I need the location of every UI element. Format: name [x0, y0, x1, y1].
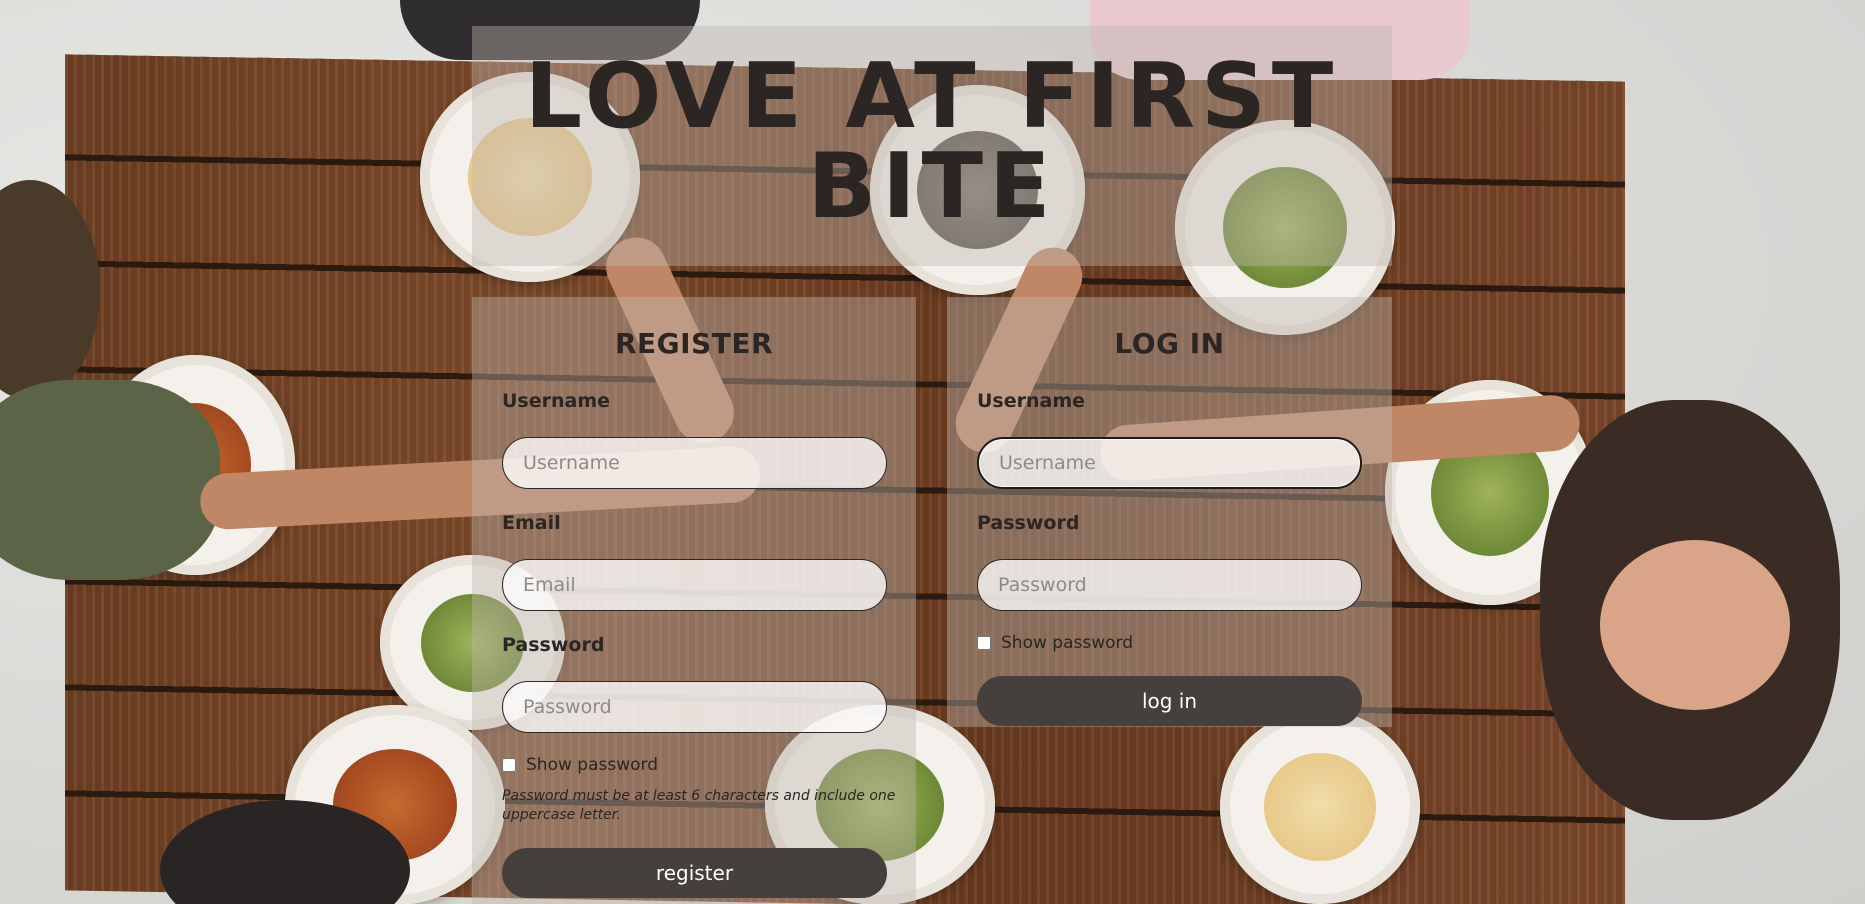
register-email-label: Email — [502, 512, 561, 534]
register-button[interactable]: register — [502, 848, 887, 898]
login-button[interactable]: log in — [977, 676, 1362, 726]
login-show-password-checkbox[interactable] — [977, 636, 991, 650]
login-password-input[interactable] — [977, 559, 1362, 611]
plate — [1220, 710, 1420, 904]
person — [1600, 540, 1790, 710]
register-password-input[interactable] — [502, 681, 887, 733]
register-password-label: Password — [502, 634, 605, 656]
register-email-input[interactable] — [502, 559, 887, 611]
login-show-password-label[interactable]: Show password — [1001, 633, 1133, 653]
register-show-password-checkbox[interactable] — [502, 758, 516, 772]
login-show-password-row: Show password — [977, 633, 1133, 653]
password-hint: Password must be at least 6 characters a… — [502, 788, 896, 823]
register-show-password-label[interactable]: Show password — [526, 755, 658, 775]
person — [0, 380, 220, 580]
site-title: LOVE AT FIRST BITE — [524, 44, 1340, 239]
register-username-label: Username — [502, 390, 611, 412]
login-username-label: Username — [977, 390, 1086, 412]
login-username-input[interactable] — [977, 437, 1362, 489]
register-heading: REGISTER — [614, 327, 774, 360]
login-password-label: Password — [977, 512, 1080, 534]
login-heading: LOG IN — [1114, 327, 1225, 360]
register-username-input[interactable] — [502, 437, 887, 489]
register-show-password-row: Show password — [502, 755, 658, 775]
